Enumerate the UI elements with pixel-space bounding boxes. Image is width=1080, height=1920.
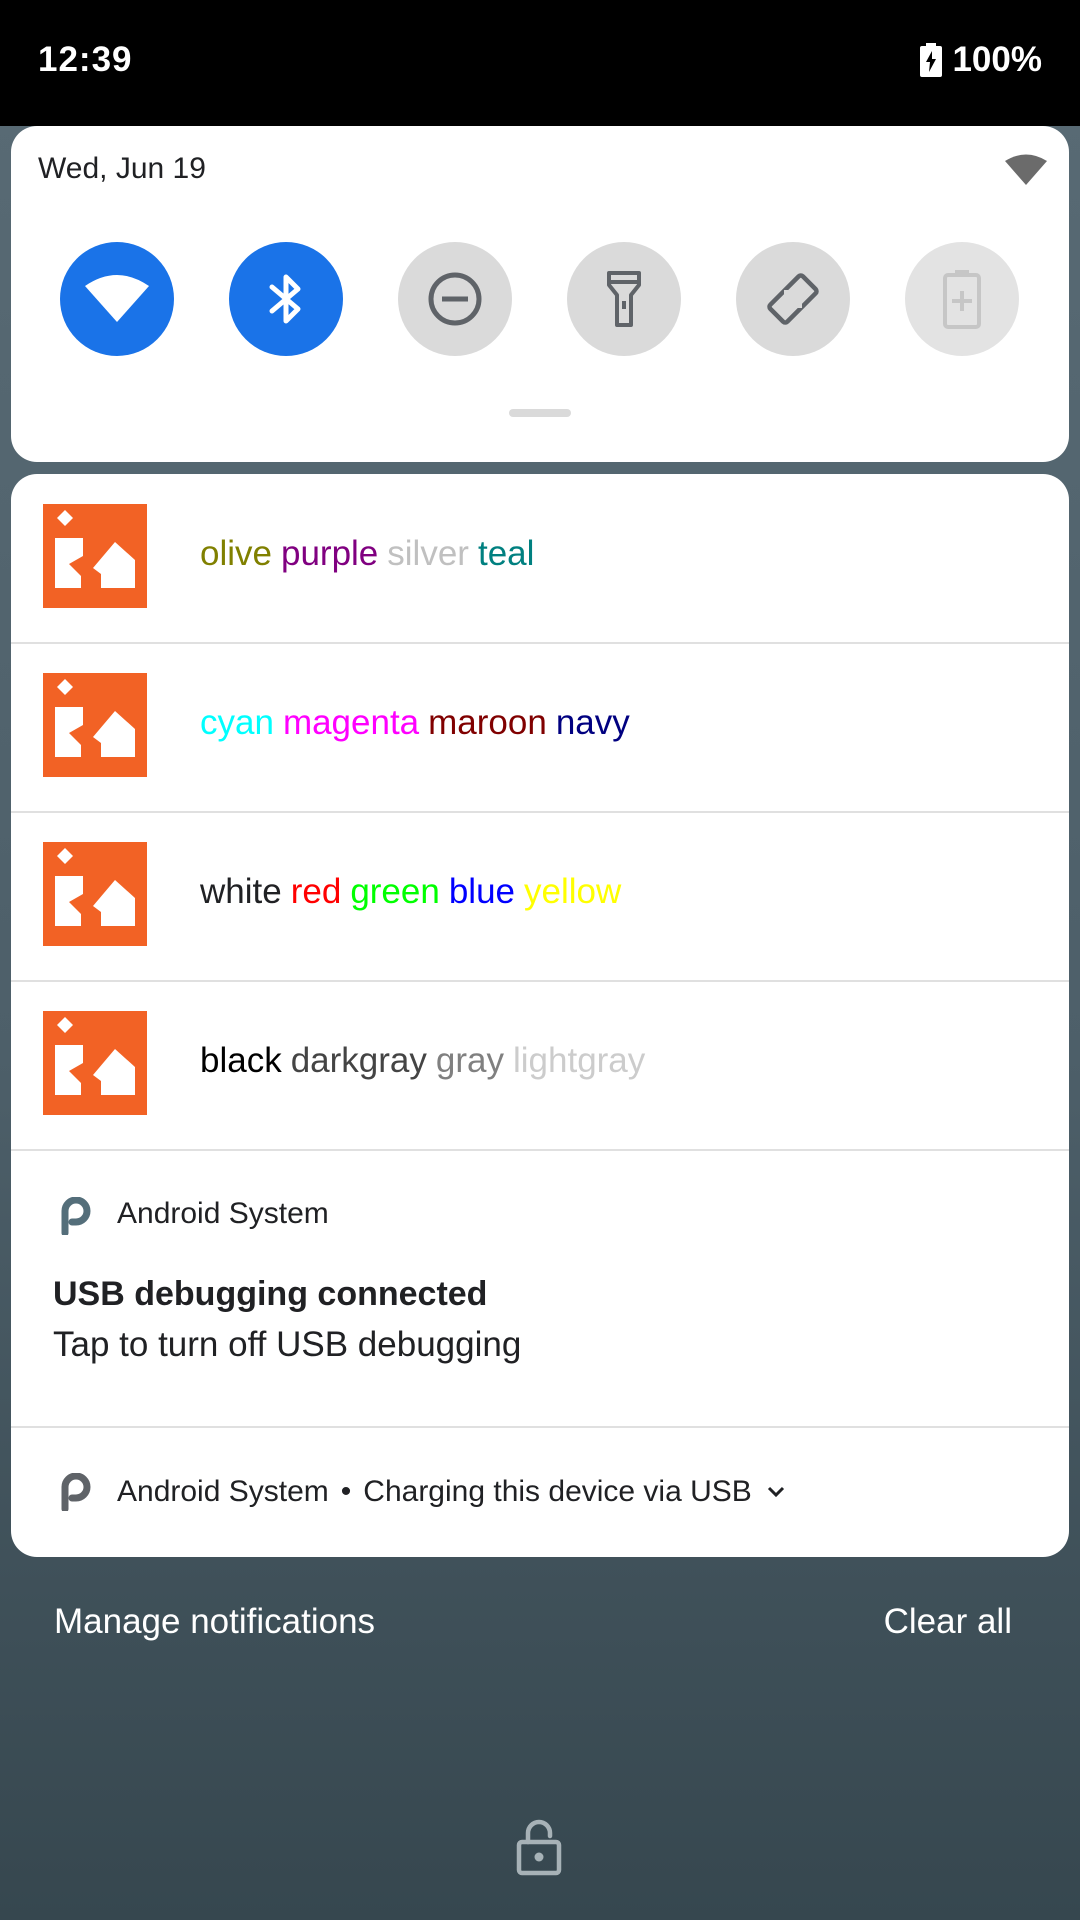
usb-debugging-notification[interactable]: Android System USB debugging connected T… xyxy=(11,1150,1069,1428)
color-word: yellow xyxy=(524,872,622,911)
color-word: magenta xyxy=(282,703,420,742)
color-word: cyan xyxy=(200,703,274,742)
charging-notification[interactable]: Android System • Charging this device vi… xyxy=(11,1426,1069,1557)
app-icon xyxy=(43,842,147,946)
notification-text: cyan magenta maroon navy xyxy=(200,703,639,743)
notification-summary: Charging this device via USB xyxy=(363,1475,752,1508)
notification-item[interactable]: white red green blue yellow xyxy=(11,812,1069,982)
color-word: purple xyxy=(280,534,379,573)
lock-icon xyxy=(516,1819,562,1876)
color-word: green xyxy=(350,872,440,911)
status-right: 100% xyxy=(920,40,1042,80)
flashlight-icon xyxy=(607,271,641,327)
notification-app-name: Android System xyxy=(117,1197,329,1230)
charging-notification-text: Android System • Charging this device vi… xyxy=(117,1475,786,1509)
tile-do-not-disturb[interactable] xyxy=(398,242,512,356)
battery-charging-icon xyxy=(920,43,943,77)
notification-text: olive purple silver teal xyxy=(200,534,543,574)
notification-text: black darkgray gray lightgray xyxy=(200,1041,654,1081)
qs-expand-handle[interactable] xyxy=(509,409,571,417)
color-word: lightgray xyxy=(512,1041,646,1080)
color-word: teal xyxy=(477,534,535,573)
qs-date[interactable]: Wed, Jun 19 xyxy=(38,152,206,186)
notification-body: Tap to turn off USB debugging xyxy=(53,1325,522,1364)
android-system-icon xyxy=(61,1197,91,1235)
bluetooth-icon xyxy=(269,274,301,324)
tile-flashlight[interactable] xyxy=(567,242,681,356)
battery-saver-icon xyxy=(943,270,981,329)
app-icon xyxy=(43,673,147,777)
app-icon xyxy=(43,1011,147,1115)
qs-tiles xyxy=(60,242,1019,356)
do-not-disturb-icon xyxy=(428,272,482,326)
notification-app-name: Android System xyxy=(117,1475,329,1508)
notification-item[interactable]: cyan magenta maroon navy xyxy=(11,643,1069,813)
color-word: olive xyxy=(200,534,272,573)
notification-item[interactable]: black darkgray gray lightgray xyxy=(11,981,1069,1151)
tile-wifi[interactable] xyxy=(60,242,174,356)
auto-rotate-icon xyxy=(767,273,819,325)
app-icon xyxy=(43,504,147,608)
color-word: navy xyxy=(555,703,630,742)
manage-notifications-button[interactable]: Manage notifications xyxy=(54,1602,375,1642)
notification-title: USB debugging connected xyxy=(53,1275,488,1313)
tile-auto-rotate[interactable] xyxy=(736,242,850,356)
android-system-icon xyxy=(61,1473,91,1511)
tile-bluetooth[interactable] xyxy=(229,242,343,356)
clear-all-button[interactable]: Clear all xyxy=(884,1602,1012,1642)
wifi-icon xyxy=(85,275,149,322)
notification-text: white red green blue yellow xyxy=(200,872,630,912)
color-word: black xyxy=(200,1041,282,1080)
status-time: 12:39 xyxy=(38,40,133,79)
quick-settings-panel: Wed, Jun 19 xyxy=(11,126,1069,462)
color-word: gray xyxy=(435,1041,504,1080)
tile-battery-saver[interactable] xyxy=(905,242,1019,356)
notification-list: olive purple silver teal cyan magenta maroon n… xyxy=(11,474,1069,1557)
status-bar: 12:39 100% xyxy=(0,0,1080,126)
color-word: darkgray xyxy=(290,1041,427,1080)
color-word: blue xyxy=(448,872,516,911)
color-word: red xyxy=(290,872,342,911)
wifi-signal-icon xyxy=(1005,154,1047,185)
color-word: maroon xyxy=(428,703,547,742)
battery-percent: 100% xyxy=(952,40,1042,79)
chevron-down-icon[interactable] xyxy=(766,1485,786,1499)
color-word: white xyxy=(200,872,282,911)
color-word: silver xyxy=(387,534,469,573)
separator-dot: • xyxy=(340,1475,352,1508)
notification-item[interactable]: olive purple silver teal xyxy=(11,474,1069,644)
